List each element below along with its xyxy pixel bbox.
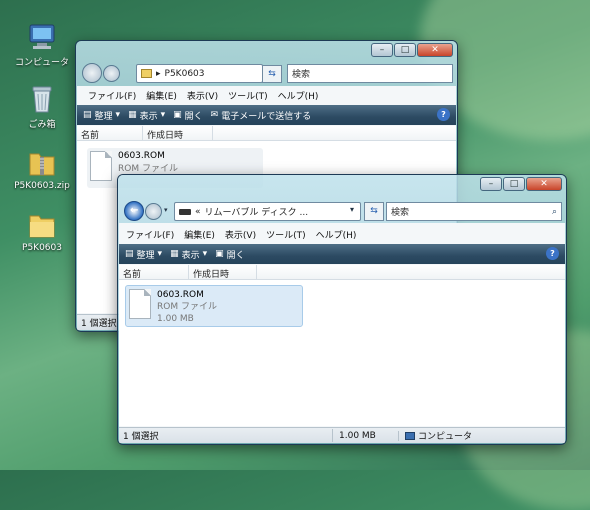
- file-item[interactable]: 0603.ROM ROM ファイル 1.00 MB: [125, 285, 303, 327]
- file-icon: [129, 289, 151, 319]
- desktop-icon-label: コンピュータ: [14, 58, 69, 68]
- status-selection: 1 個選択: [81, 319, 117, 329]
- help-icon[interactable]: ?: [437, 108, 450, 121]
- maximize-button[interactable]: □: [394, 43, 416, 57]
- command-bar: ▤ 整理 ▾ ▦ 表示 ▾ ▣ 開く ?: [119, 244, 565, 264]
- file-size: 1.00 MB: [157, 314, 194, 324]
- open-button[interactable]: ▣ 開く: [173, 109, 203, 122]
- menu-tools[interactable]: ツール(T): [228, 89, 268, 102]
- views-icon: ▦: [128, 110, 137, 120]
- command-bar: ▤ 整理 ▾ ▦ 表示 ▾ ▣ 開く ✉ 電子メールで送信する ?: [77, 105, 456, 125]
- status-selection: 1 個選択: [119, 429, 333, 442]
- breadcrumb-separator-icon: ▸: [156, 68, 161, 79]
- column-name[interactable]: 名前: [77, 126, 143, 141]
- refresh-button[interactable]: ⇆: [364, 202, 384, 221]
- file-list: 名前 作成日時 0603.ROM ROM ファイル 1.00 MB: [119, 265, 565, 426]
- menu-view[interactable]: 表示(V): [225, 228, 256, 241]
- menu-tools[interactable]: ツール(T): [266, 228, 306, 241]
- file-name: 0603.ROM: [157, 290, 204, 300]
- menu-edit[interactable]: 編集(E): [146, 89, 177, 102]
- folder-icon: [27, 210, 57, 240]
- email-icon: ✉: [210, 110, 219, 120]
- caption-buttons: – □ ✕: [480, 177, 562, 191]
- back-arrow-icon: ←: [130, 205, 139, 216]
- open-icon: ▣: [173, 110, 182, 120]
- file-icon: [90, 151, 112, 181]
- chevron-down-icon: ▾: [160, 110, 166, 120]
- breadcrumb-overflow[interactable]: «: [195, 207, 201, 217]
- organize-button[interactable]: ▤ 整理 ▾: [83, 109, 120, 122]
- address-text: P5K0603: [164, 68, 205, 79]
- status-size: 1.00 MB: [333, 430, 399, 441]
- menu-view[interactable]: 表示(V): [187, 89, 218, 102]
- desktop-icon-label: P5K0603: [22, 243, 62, 253]
- menu-help[interactable]: ヘルプ(H): [316, 228, 357, 241]
- close-button[interactable]: ✕: [417, 43, 453, 57]
- history-dropdown-icon[interactable]: ▾: [164, 206, 168, 214]
- email-button[interactable]: ✉ 電子メールで送信する: [211, 109, 312, 122]
- recycle-bin-icon: [27, 84, 57, 114]
- close-button[interactable]: ✕: [526, 177, 562, 191]
- open-button[interactable]: ▣ 開く: [215, 248, 245, 261]
- views-icon: ▦: [170, 249, 179, 259]
- desktop-icon-label: ごみ箱: [28, 120, 56, 130]
- menu-edit[interactable]: 編集(E): [184, 228, 215, 241]
- column-created[interactable]: 作成日時: [143, 126, 213, 141]
- address-bar[interactable]: ▸ P5K0603: [136, 64, 263, 83]
- maximize-button[interactable]: □: [503, 177, 525, 191]
- search-icon[interactable]: ⌕: [552, 207, 557, 217]
- column-headers: 名前 作成日時: [77, 126, 456, 141]
- open-icon: ▣: [215, 249, 224, 259]
- search-input[interactable]: 検索: [287, 64, 453, 83]
- chevron-down-icon: ▾: [202, 249, 208, 259]
- chevron-down-icon: ▾: [157, 249, 163, 259]
- status-location: コンピュータ: [418, 432, 473, 442]
- explorer-window-front[interactable]: – □ ✕ ← ▾ « リムーバブル ディスク ... ▾ ⇆ 検索 ⌕ ファイ…: [117, 174, 567, 445]
- menu-bar: ファイル(F) 編集(E) 表示(V) ツール(T) ヘルプ(H): [88, 89, 318, 102]
- menu-file[interactable]: ファイル(F): [126, 228, 174, 241]
- organize-button[interactable]: ▤ 整理 ▾: [125, 248, 162, 261]
- desktop-icon-recycle-bin[interactable]: ごみ箱: [10, 84, 74, 130]
- folder-icon: [141, 69, 152, 78]
- refresh-button[interactable]: ⇆: [262, 65, 282, 83]
- views-button[interactable]: ▦ 表示 ▾: [128, 109, 165, 122]
- help-icon[interactable]: ?: [546, 247, 559, 260]
- status-bar: 1 個選択 1.00 MB コンピュータ: [119, 427, 565, 443]
- column-created[interactable]: 作成日時: [189, 265, 257, 280]
- zip-folder-icon: [27, 148, 57, 178]
- address-text: リムーバブル ディスク ...: [204, 208, 309, 218]
- organize-icon: ▤: [125, 249, 134, 259]
- computer-icon: [405, 431, 415, 440]
- file-type: ROM ファイル: [157, 302, 217, 312]
- menu-help[interactable]: ヘルプ(H): [278, 89, 319, 102]
- file-name: 0603.ROM: [118, 151, 165, 161]
- minimize-button[interactable]: –: [371, 43, 393, 57]
- desktop-icon-computer[interactable]: コンピュータ: [10, 22, 74, 68]
- chevron-down-icon: ▾: [115, 110, 121, 120]
- address-dropdown-icon[interactable]: ▾: [350, 205, 354, 214]
- desktop-icon-zip[interactable]: P5K0603.zip: [10, 148, 74, 191]
- desktop-icon-label: P5K0603.zip: [14, 181, 70, 191]
- organize-icon: ▤: [83, 110, 92, 120]
- computer-icon: [27, 22, 57, 52]
- column-headers: 名前 作成日時: [119, 265, 565, 280]
- column-name[interactable]: 名前: [119, 265, 189, 280]
- back-button[interactable]: [82, 63, 102, 83]
- caption-buttons: – □ ✕: [371, 43, 453, 57]
- search-input[interactable]: 検索 ⌕: [386, 202, 562, 221]
- menu-bar: ファイル(F) 編集(E) 表示(V) ツール(T) ヘルプ(H): [126, 228, 356, 241]
- forward-button[interactable]: [145, 203, 162, 220]
- file-type: ROM ファイル: [118, 164, 178, 174]
- desktop-icon-folder[interactable]: P5K0603: [10, 210, 74, 253]
- minimize-button[interactable]: –: [480, 177, 502, 191]
- address-bar[interactable]: « リムーバブル ディスク ...: [174, 202, 361, 221]
- drive-icon: [179, 208, 191, 215]
- views-button[interactable]: ▦ 表示 ▾: [170, 248, 207, 261]
- menu-file[interactable]: ファイル(F): [88, 89, 136, 102]
- back-button[interactable]: ←: [124, 201, 144, 221]
- forward-button[interactable]: [103, 65, 120, 82]
